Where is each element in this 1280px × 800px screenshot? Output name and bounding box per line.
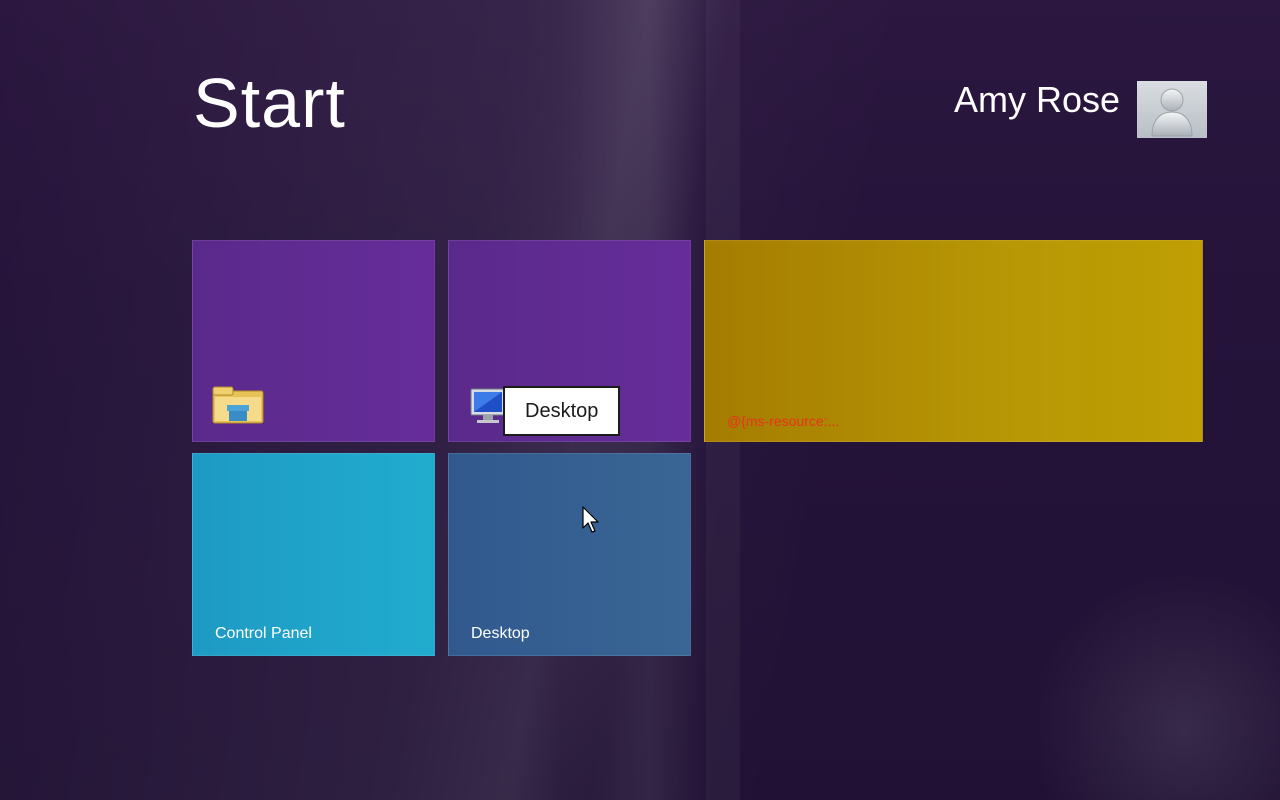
folder-icon: [211, 383, 265, 427]
user-name: Amy Rose: [953, 79, 1120, 120]
tile-file-explorer[interactable]: [192, 240, 435, 442]
tile-label: Control Panel: [215, 625, 312, 642]
tile-label: Desktop: [471, 625, 530, 642]
mouse-pointer-icon: [582, 506, 604, 534]
user-account[interactable]: Amy Rose: [930, 80, 1210, 140]
tile-label: @{ms-resource:...: [727, 413, 840, 429]
background-corner-glow: [1040, 560, 1280, 800]
tooltip: Desktop: [503, 386, 621, 436]
tile-wide-app[interactable]: @{ms-resource:...: [704, 240, 1203, 442]
tile-desktop[interactable]: Desktop: [448, 453, 691, 656]
user-silhouette-icon[interactable]: [1137, 81, 1207, 138]
start-title: Start: [193, 64, 346, 142]
tile-control-panel[interactable]: Control Panel: [192, 453, 435, 656]
